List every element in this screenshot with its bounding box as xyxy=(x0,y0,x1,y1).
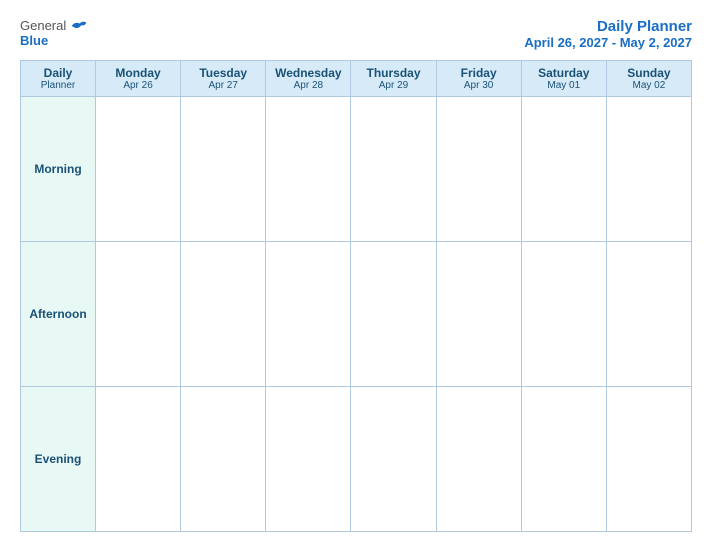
label-afternoon: Afternoon xyxy=(21,242,96,387)
header-label-daily: Daily xyxy=(24,66,92,80)
header-wednesday: Wednesday Apr 28 xyxy=(266,61,351,97)
cell-evening-friday[interactable] xyxy=(436,387,521,532)
header-friday: Friday Apr 30 xyxy=(436,61,521,97)
cell-morning-sunday[interactable] xyxy=(606,97,691,242)
row-morning: Morning xyxy=(21,97,692,242)
header-thursday: Thursday Apr 29 xyxy=(351,61,436,97)
cell-evening-monday[interactable] xyxy=(96,387,181,532)
logo: General xyxy=(20,18,88,33)
cell-morning-monday[interactable] xyxy=(96,97,181,242)
cell-afternoon-wednesday[interactable] xyxy=(266,242,351,387)
page-title: Daily Planner xyxy=(524,18,692,35)
header-tuesday: Tuesday Apr 27 xyxy=(181,61,266,97)
cell-morning-friday[interactable] xyxy=(436,97,521,242)
cell-morning-thursday[interactable] xyxy=(351,97,436,242)
cell-evening-saturday[interactable] xyxy=(521,387,606,532)
cell-evening-thursday[interactable] xyxy=(351,387,436,532)
row-evening: Evening xyxy=(21,387,692,532)
table-header-row: Daily Planner Monday Apr 26 Tuesday Apr … xyxy=(21,61,692,97)
header-label-planner: Planner xyxy=(24,80,92,91)
page-header: General Blue Daily Planner April 26, 202… xyxy=(20,18,692,50)
cell-afternoon-tuesday[interactable] xyxy=(181,242,266,387)
header-saturday: Saturday May 01 xyxy=(521,61,606,97)
label-evening: Evening xyxy=(21,387,96,532)
logo-area: General Blue xyxy=(20,18,88,48)
header-sunday: Sunday May 02 xyxy=(606,61,691,97)
cell-evening-wednesday[interactable] xyxy=(266,387,351,532)
planner-table: Daily Planner Monday Apr 26 Tuesday Apr … xyxy=(20,60,692,532)
date-range: April 26, 2027 - May 2, 2027 xyxy=(524,35,692,50)
cell-afternoon-monday[interactable] xyxy=(96,242,181,387)
label-morning: Morning xyxy=(21,97,96,242)
cell-morning-tuesday[interactable] xyxy=(181,97,266,242)
logo-general-text: General xyxy=(20,18,66,33)
cell-afternoon-thursday[interactable] xyxy=(351,242,436,387)
cell-evening-sunday[interactable] xyxy=(606,387,691,532)
cell-afternoon-sunday[interactable] xyxy=(606,242,691,387)
cell-afternoon-saturday[interactable] xyxy=(521,242,606,387)
row-afternoon: Afternoon xyxy=(21,242,692,387)
header-monday: Monday Apr 26 xyxy=(96,61,181,97)
cell-afternoon-friday[interactable] xyxy=(436,242,521,387)
title-area: Daily Planner April 26, 2027 - May 2, 20… xyxy=(524,18,692,50)
logo-blue-text: Blue xyxy=(20,33,48,48)
header-label-cell: Daily Planner xyxy=(21,61,96,97)
logo-bird-icon xyxy=(70,19,88,33)
cell-evening-tuesday[interactable] xyxy=(181,387,266,532)
cell-morning-wednesday[interactable] xyxy=(266,97,351,242)
cell-morning-saturday[interactable] xyxy=(521,97,606,242)
